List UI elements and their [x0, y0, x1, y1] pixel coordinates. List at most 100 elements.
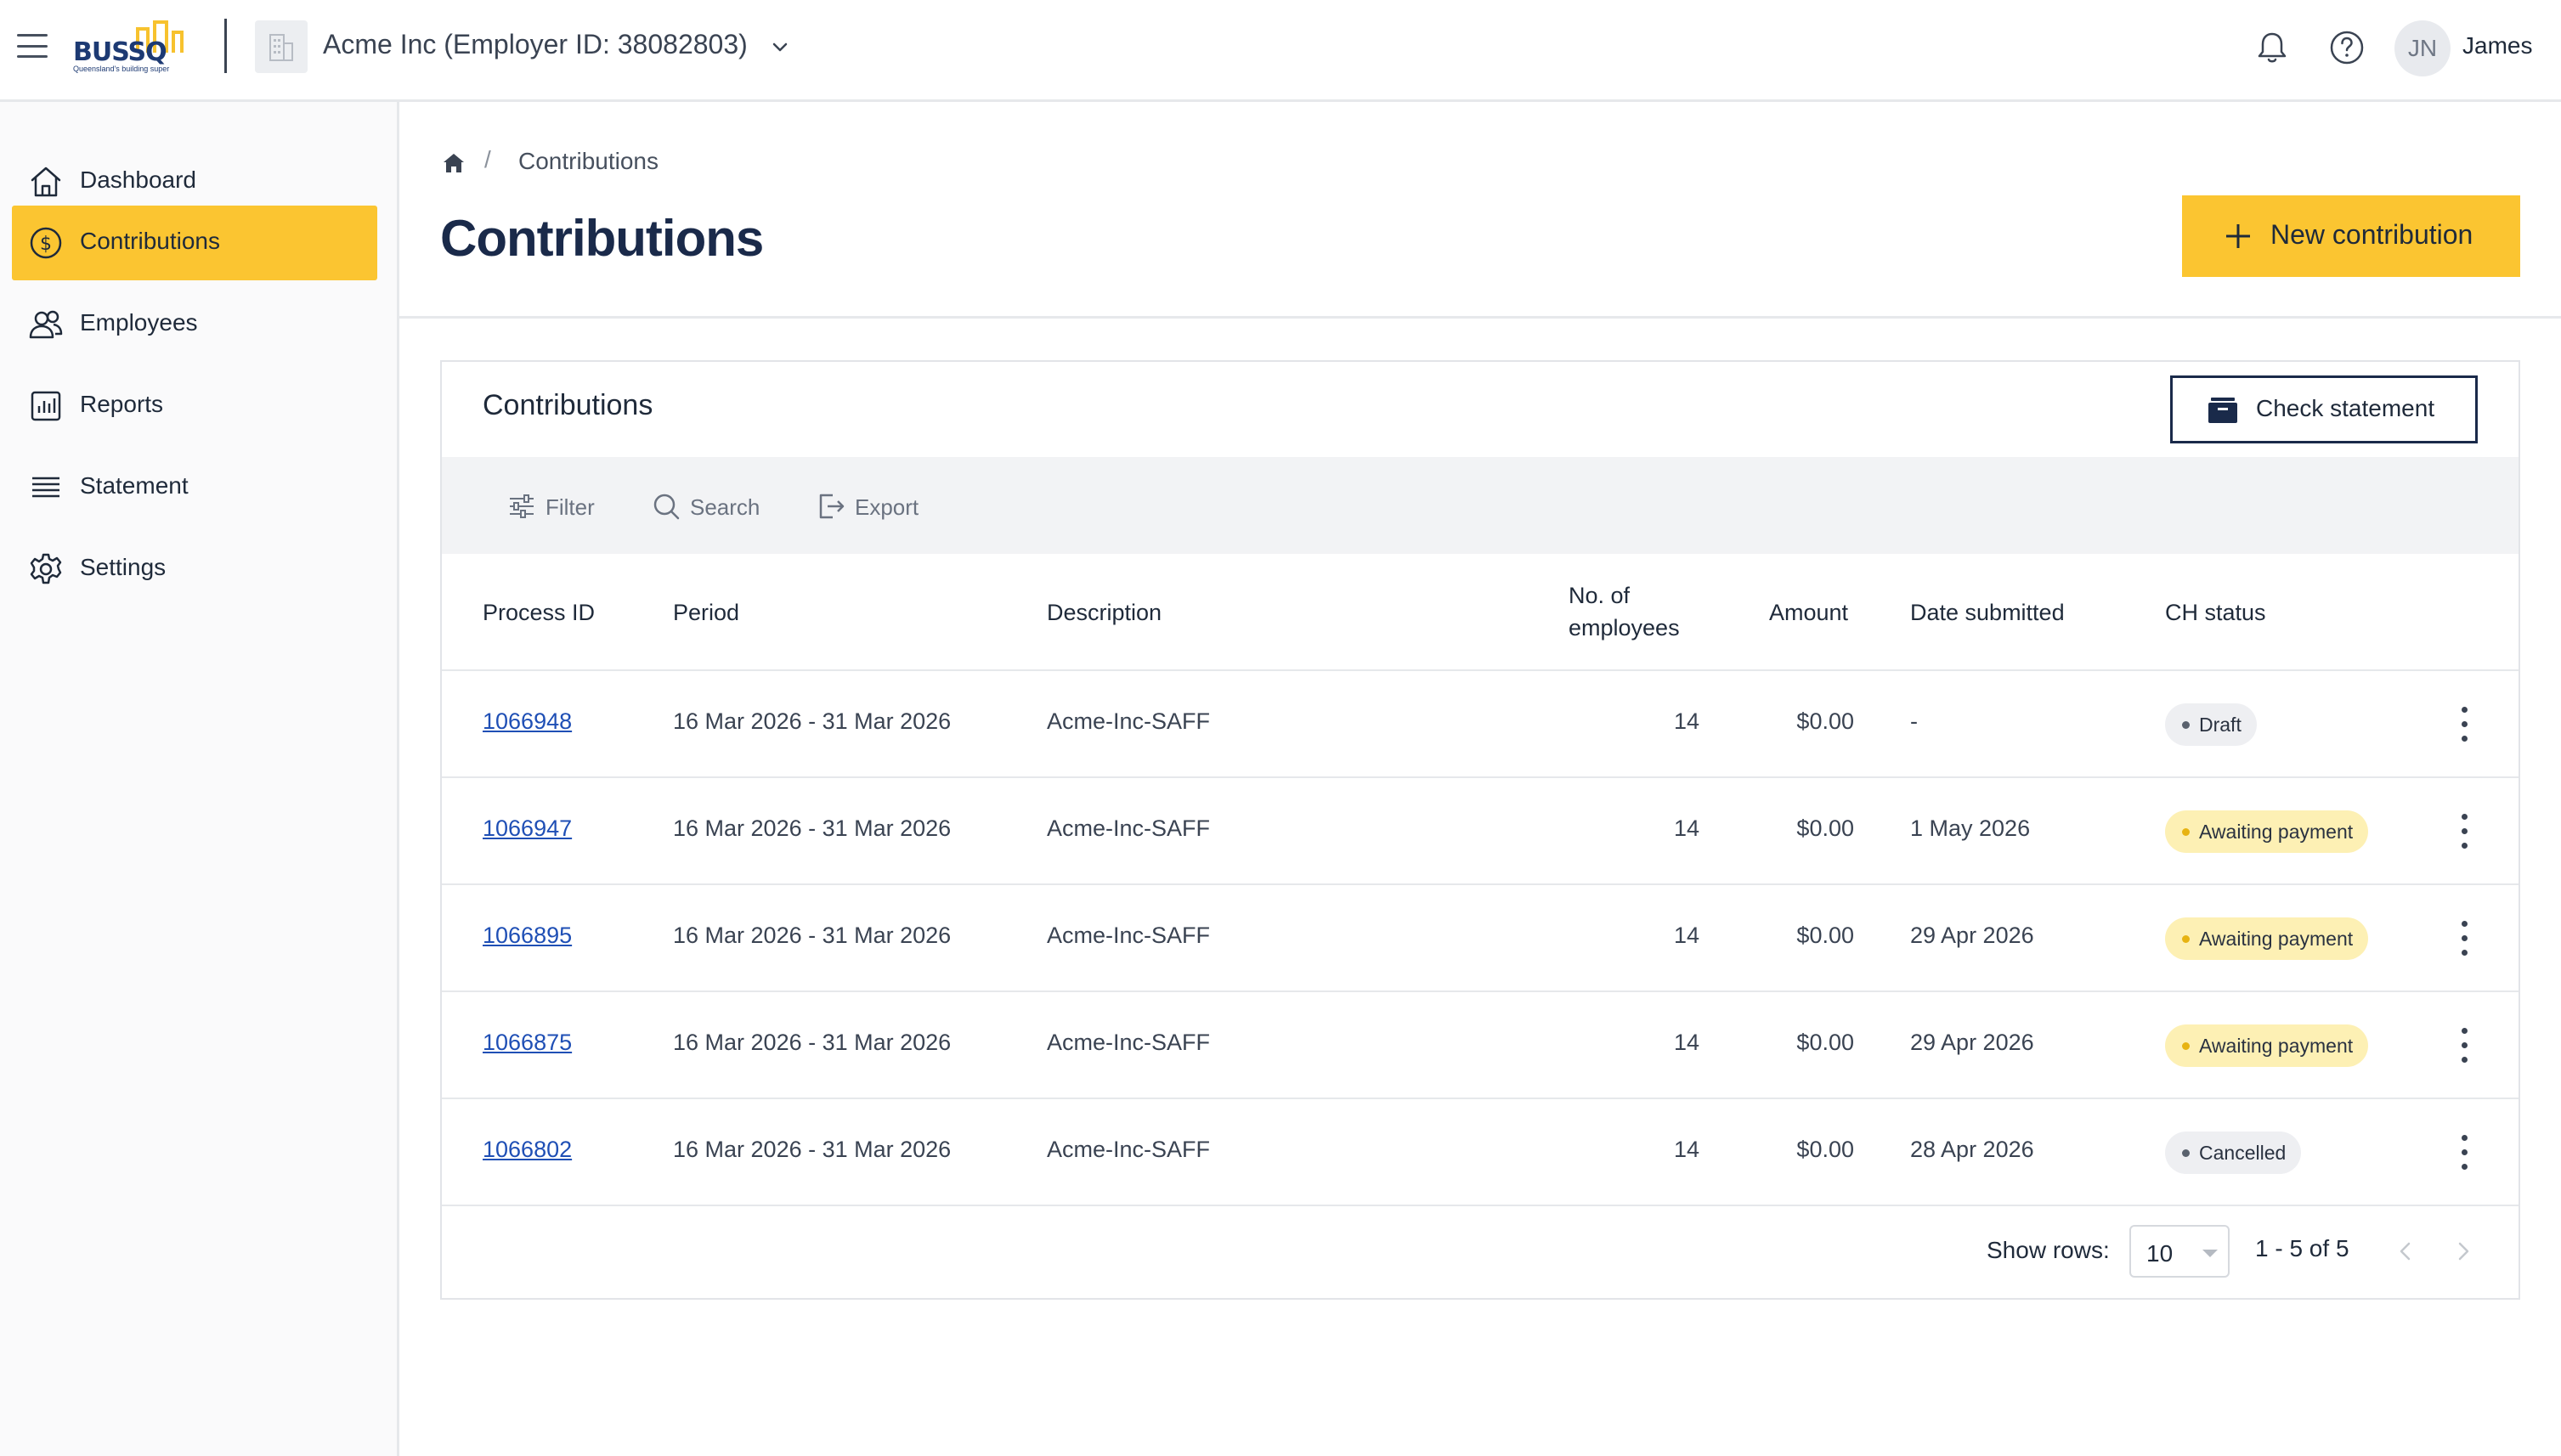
table-row: 1066802 16 Mar 2026 - 31 Mar 2026 Acme-Inc…: [442, 1099, 2519, 1206]
employees-cell: 14: [1673, 815, 1699, 841]
date-submitted-cell: 29 Apr 2026: [1910, 1030, 2034, 1055]
chevron-right-icon[interactable]: [2449, 1237, 2478, 1266]
status-badge: Awaiting payment: [2165, 1024, 2369, 1067]
period-cell: 16 Mar 2026 - 31 Mar 2026: [673, 1137, 952, 1162]
column-amount[interactable]: Amount: [1769, 600, 1848, 626]
amount-cell: $0.00: [1796, 815, 1854, 841]
user-name[interactable]: James: [2462, 32, 2532, 59]
filter-icon: [510, 494, 534, 518]
export-button[interactable]: Export: [816, 488, 926, 525]
contributions-card: Contributions Check statement Filter Sea…: [440, 360, 2520, 1300]
amount-cell: $0.00: [1796, 1137, 1854, 1162]
process-id-link[interactable]: 1066948: [483, 708, 572, 735]
sidebar: Dashboard $ Contributions Employees Repo…: [0, 102, 399, 1456]
status-badge: Awaiting payment: [2165, 917, 2369, 960]
description-cell: Acme-Inc-SAFF: [1047, 1030, 1211, 1055]
filter-button[interactable]: Filter: [506, 488, 600, 525]
filter-label: Filter: [546, 494, 595, 520]
page-title: Contributions: [440, 210, 764, 267]
new-contribution-button[interactable]: New contribution: [2182, 195, 2520, 277]
sidebar-item-label: Employees: [80, 309, 198, 336]
help-icon[interactable]: [2328, 29, 2366, 66]
more-options-icon[interactable]: [2447, 703, 2481, 746]
column-description[interactable]: Description: [1047, 600, 1162, 626]
process-id-link[interactable]: 1066802: [483, 1137, 572, 1163]
status-badge: Draft: [2165, 703, 2257, 746]
top-bar: BUSSQ Queensland's building super Acme I…: [0, 0, 2561, 102]
search-label: Search: [690, 494, 760, 520]
table-header: Process ID Period Description No. of emp…: [442, 554, 2519, 671]
column-employees-line2[interactable]: employees: [1569, 615, 1680, 641]
more-options-icon[interactable]: [2447, 810, 2481, 853]
show-rows-label: Show rows:: [1987, 1237, 2110, 1263]
column-ch-status[interactable]: CH status: [2165, 600, 2266, 626]
description-cell: Acme-Inc-SAFF: [1047, 815, 1211, 841]
employees-cell: 14: [1673, 1030, 1699, 1055]
home-icon: [31, 166, 61, 197]
status-badge: Cancelled: [2165, 1132, 2302, 1174]
table-row: 1066948 16 Mar 2026 - 31 Mar 2026 Acme-Inc…: [442, 671, 2519, 778]
dollar-circle-icon: $: [30, 227, 62, 259]
amount-cell: $0.00: [1796, 923, 1854, 948]
column-process-id[interactable]: Process ID: [483, 600, 595, 626]
check-statement-button[interactable]: Check statement: [2170, 375, 2478, 443]
avatar[interactable]: JN: [2394, 20, 2451, 76]
amount-cell: $0.00: [1796, 708, 1854, 734]
period-cell: 16 Mar 2026 - 31 Mar 2026: [673, 1030, 952, 1055]
sidebar-item-label: Reports: [80, 391, 164, 417]
plus-icon: [2226, 224, 2250, 248]
home-icon[interactable]: [440, 150, 467, 177]
date-submitted-cell: 28 Apr 2026: [1910, 1137, 2034, 1162]
sidebar-item-statement[interactable]: Statement: [12, 450, 377, 525]
sidebar-item-label: Contributions: [80, 228, 220, 254]
logo-tagline: Queensland's building super: [73, 65, 170, 73]
bell-icon[interactable]: [2253, 29, 2291, 66]
column-date-submitted[interactable]: Date submitted: [1910, 600, 2065, 626]
sidebar-item-contributions[interactable]: $ Contributions: [12, 206, 377, 280]
sidebar-item-label: Statement: [80, 472, 189, 499]
table-row: 1066947 16 Mar 2026 - 31 Mar 2026 Acme-Inc…: [442, 778, 2519, 885]
bar-chart-icon: [31, 391, 61, 421]
bussq-logo[interactable]: BUSSQ Queensland's building super: [71, 19, 199, 75]
list-icon: [32, 477, 59, 498]
process-id-link[interactable]: 1066895: [483, 923, 572, 949]
export-icon: [819, 494, 845, 519]
breadcrumb-current: Contributions: [518, 148, 659, 174]
chevron-down-icon[interactable]: [768, 36, 792, 59]
process-id-link[interactable]: 1066875: [483, 1030, 572, 1056]
sidebar-item-settings[interactable]: Settings: [12, 532, 377, 607]
employees-cell: 14: [1673, 923, 1699, 948]
column-employees-line1[interactable]: No. of: [1569, 583, 1630, 609]
rows-per-page-select[interactable]: 10: [2129, 1225, 2230, 1278]
date-submitted-cell: 29 Apr 2026: [1910, 923, 2034, 948]
more-options-icon[interactable]: [2447, 1132, 2481, 1174]
employees-cell: 14: [1673, 708, 1699, 734]
building-icon: [255, 20, 308, 73]
rows-per-page-value: 10: [2146, 1240, 2174, 1267]
more-options-icon[interactable]: [2447, 917, 2481, 960]
hamburger-menu-icon[interactable]: [17, 34, 48, 58]
search-button[interactable]: Search: [651, 488, 761, 525]
sidebar-item-label: Settings: [80, 554, 167, 580]
sidebar-item-label: Dashboard: [80, 166, 196, 193]
search-icon: [653, 494, 680, 520]
date-submitted-cell: 1 May 2026: [1910, 815, 2031, 841]
table-row: 1066895 16 Mar 2026 - 31 Mar 2026 Acme-Inc…: [442, 885, 2519, 992]
new-contribution-label: New contribution: [2270, 219, 2473, 250]
organisation-selector[interactable]: Acme Inc (Employer ID: 38082803): [323, 29, 748, 60]
logo-text: BUSSQ: [73, 37, 167, 67]
gear-icon: [30, 553, 62, 584]
process-id-link[interactable]: 1066947: [483, 815, 572, 842]
chevron-left-icon[interactable]: [2391, 1237, 2420, 1266]
breadcrumb-separator: /: [484, 146, 491, 172]
page-range: 1 - 5 of 5: [2255, 1235, 2349, 1261]
column-period[interactable]: Period: [673, 600, 739, 626]
caret-down-icon: [2202, 1250, 2218, 1257]
period-cell: 16 Mar 2026 - 31 Mar 2026: [673, 708, 952, 734]
sidebar-item-reports[interactable]: Reports: [12, 369, 377, 443]
description-cell: Acme-Inc-SAFF: [1047, 708, 1211, 734]
sidebar-item-employees[interactable]: Employees: [12, 287, 377, 362]
table-row: 1066875 16 Mar 2026 - 31 Mar 2026 Acme-Inc…: [442, 992, 2519, 1099]
wallet-icon: [2208, 398, 2237, 423]
more-options-icon[interactable]: [2447, 1024, 2481, 1067]
